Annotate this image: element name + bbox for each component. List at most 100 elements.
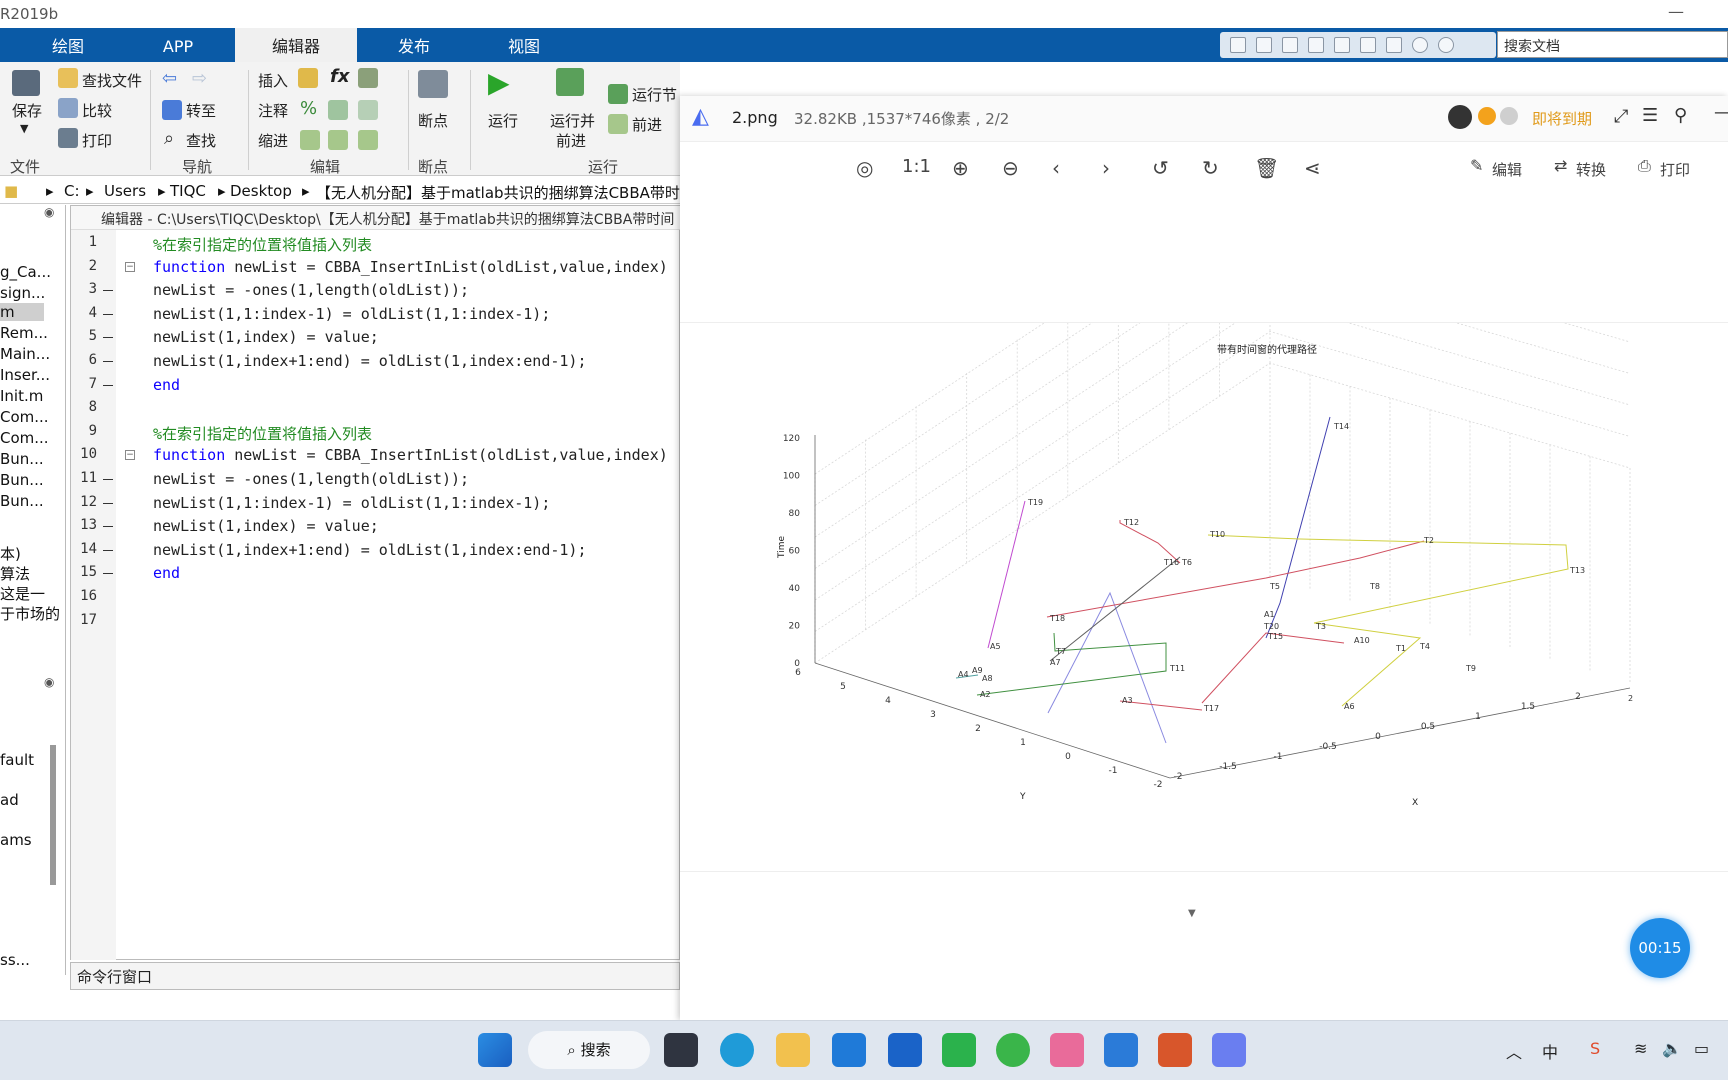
volume-icon[interactable]: 🔈 (1662, 1039, 1682, 1058)
fx-icon[interactable]: fx (330, 66, 349, 87)
save-button[interactable]: 保存 (12, 100, 42, 121)
tab-publish[interactable]: 发布 (374, 28, 454, 62)
find-files-button[interactable]: 查找文件 (82, 70, 142, 91)
forward-arrow-icon[interactable]: ⇨ (192, 68, 207, 89)
scrollbar[interactable] (50, 745, 56, 885)
workspace-item[interactable]: fault (0, 751, 34, 769)
code-line[interactable]: newList(1,index+1:end) = oldList(1,index… (153, 541, 586, 559)
previous-icon[interactable]: ‹ (1052, 156, 1060, 180)
snipping-tool-icon[interactable] (1050, 1033, 1084, 1067)
panel-options-icon[interactable]: ◉ (44, 205, 54, 219)
code-line[interactable]: end (153, 564, 180, 582)
command-window-title[interactable]: 命令行窗口 (70, 962, 680, 990)
code-line[interactable]: function newList = CBBA_InsertInList(old… (153, 258, 668, 276)
file-explorer-icon[interactable] (776, 1033, 810, 1067)
insert-section-icon[interactable] (298, 68, 318, 88)
mouse-icon[interactable]: ◎ (856, 156, 873, 180)
function-template-icon[interactable] (358, 68, 378, 88)
code-line[interactable]: %在索引指定的位置将值插入列表 (153, 234, 372, 255)
code-line[interactable]: newList(1,1:index-1) = oldList(1,1:index… (153, 305, 550, 323)
file-item-selected[interactable]: m (0, 303, 44, 321)
shield-app-icon[interactable] (888, 1033, 922, 1067)
breakpoint-marker[interactable] (103, 384, 113, 386)
workspace-item[interactable]: ss... (0, 951, 30, 969)
menu-icon[interactable]: ☰ (1642, 105, 1658, 126)
path-segment[interactable]: Desktop (230, 182, 292, 200)
uncomment-icon[interactable] (358, 100, 378, 120)
avatar[interactable] (1448, 105, 1472, 129)
panel-options-icon[interactable]: ◉ (44, 675, 54, 689)
convert-button[interactable]: 转换 (1576, 159, 1606, 180)
file-item[interactable]: sign... (0, 284, 45, 302)
fullscreen-icon[interactable]: ⤢ (1614, 106, 1628, 127)
tray-app-icon[interactable]: S (1590, 1039, 1600, 1058)
breakpoint-marker[interactable] (103, 337, 113, 339)
battery-icon[interactable]: ▭ (1694, 1039, 1709, 1058)
rotate-left-icon[interactable]: ↺ (1152, 156, 1169, 180)
code-line[interactable]: end (153, 376, 180, 394)
pin-icon[interactable]: ⚲ (1674, 105, 1687, 126)
code-editor[interactable]: 编辑器 - C:\Users\TIQC\Desktop\【无人机分配】基于mat… (70, 205, 681, 960)
print-button[interactable]: 打印 (1660, 159, 1690, 180)
run-advance-button[interactable]: 运行并 (550, 110, 595, 131)
run-button[interactable]: 运行 (488, 110, 518, 131)
save-icon[interactable] (1230, 37, 1246, 53)
file-item[interactable]: g_Ca... (0, 263, 51, 281)
current-folder-path[interactable]: ■ ▸ C: ▸ Users ▸ TIQC ▸ Desktop ▸ 【无人机分配… (0, 177, 695, 204)
tab-view[interactable]: 视图 (484, 28, 564, 62)
file-item[interactable]: Rem... (0, 324, 48, 342)
expiring-badge[interactable]: 即将到期 (1532, 108, 1592, 129)
code-line[interactable]: newList = -ones(1,length(oldList)); (153, 470, 469, 488)
next-icon[interactable]: › (1102, 156, 1110, 180)
task-view-icon[interactable] (664, 1033, 698, 1067)
cut-icon[interactable] (1256, 37, 1272, 53)
workspace-item[interactable]: ams (0, 831, 32, 849)
comment-button[interactable]: 注释 (258, 100, 288, 121)
undo-icon[interactable] (1334, 37, 1350, 53)
goto-button[interactable]: 转至 (186, 100, 216, 121)
breakpoint-marker[interactable] (103, 549, 113, 551)
help-icon[interactable] (1412, 37, 1428, 53)
percent-icon[interactable]: % (300, 98, 317, 119)
file-item[interactable]: Init.m (0, 387, 43, 405)
chevron-down-icon[interactable]: ▼ (1188, 908, 1196, 919)
code-line[interactable]: newList(1,index) = value; (153, 517, 379, 535)
image-canvas[interactable]: 0 20 40 60 80 100 120 6 5 4 3 2 1 0 -1 -2 -2 -1.5 -1 -0.5 0 0… (680, 173, 1728, 872)
code-line[interactable]: %在索引指定的位置将值插入列表 (153, 423, 372, 444)
start-icon[interactable] (478, 1033, 512, 1067)
zoom-in-icon[interactable]: ⊕ (952, 156, 969, 180)
insert-button[interactable]: 插入 (258, 70, 288, 91)
edge-icon[interactable] (720, 1033, 754, 1067)
find-button[interactable]: 查找 (186, 130, 216, 151)
advance-button[interactable]: 前进 (632, 114, 662, 135)
workspace-item[interactable]: ad (0, 791, 19, 809)
share-icon[interactable]: ⋖ (1304, 156, 1321, 180)
matlab-icon[interactable] (1158, 1033, 1192, 1067)
breakpoint-marker[interactable] (103, 479, 113, 480)
compare-button[interactable]: 比较 (82, 100, 112, 121)
breakpoint-marker[interactable] (103, 290, 113, 292)
edit-button[interactable]: 编辑 (1492, 159, 1522, 180)
mail-icon[interactable] (832, 1033, 866, 1067)
wechat-icon[interactable] (942, 1033, 976, 1067)
run-section-button[interactable]: 运行节 (632, 84, 677, 105)
search-docs-input[interactable]: 搜索文档 (1497, 31, 1728, 58)
decrease-indent-icon[interactable] (358, 130, 378, 150)
tab-apps[interactable]: APP (140, 28, 216, 62)
tab-plots[interactable]: 绘图 (28, 28, 108, 62)
chevron-up-icon[interactable]: ︿ (1506, 1039, 1522, 1063)
input-method-icon[interactable]: 中 (1542, 1039, 1558, 1063)
code-line[interactable]: newList(1,1:index-1) = oldList(1,1:index… (153, 494, 550, 512)
code-line[interactable]: newList(1,index+1:end) = oldList(1,index… (153, 352, 586, 370)
comment-wrap-icon[interactable] (328, 100, 348, 120)
code-line[interactable]: newList = -ones(1,length(oldList)); (153, 281, 469, 299)
paste-icon[interactable] (1308, 37, 1324, 53)
chevron-down-icon[interactable]: ▼ (20, 122, 28, 135)
code-line[interactable]: newList(1,index) = value; (153, 328, 379, 346)
breakpoint-marker[interactable] (103, 526, 113, 528)
notepad-icon[interactable] (1104, 1033, 1138, 1067)
indent-button[interactable]: 缩进 (258, 130, 288, 151)
tab-editor[interactable]: 编辑器 (235, 28, 357, 62)
redo-icon[interactable] (1360, 37, 1376, 53)
path-segment[interactable]: Users (104, 182, 146, 200)
